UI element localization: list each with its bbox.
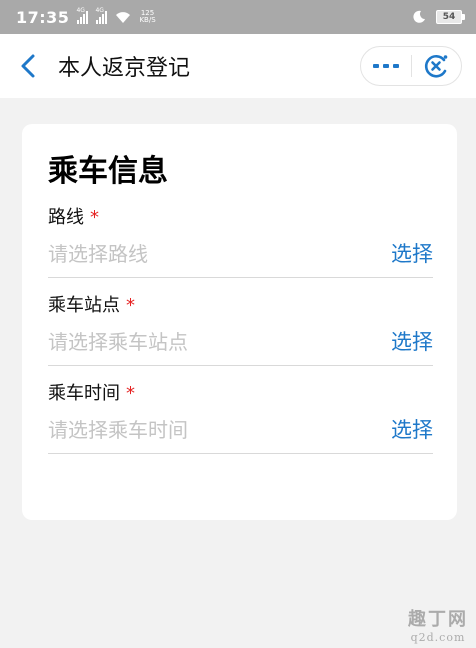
time-select-row[interactable]: 请选择乘车时间 选择	[48, 406, 433, 454]
time-select-button[interactable]: 选择	[391, 414, 433, 444]
wifi-icon	[116, 12, 131, 23]
time-placeholder: 请选择乘车时间	[48, 418, 188, 442]
net-speed: 125 KB/S	[139, 10, 155, 24]
signal-1-label: 4G	[76, 7, 85, 14]
mini-program-capsule	[360, 46, 462, 86]
signal-icon-1: 4G	[76, 7, 89, 24]
station-select-row[interactable]: 请选择乘车站点 选择	[48, 318, 433, 366]
signal-2-label: 4G	[95, 7, 104, 14]
watermark-text: 趣丁网	[408, 609, 468, 630]
station-label: 乘车站点	[48, 295, 120, 316]
field-station: 乘车站点 * 请选择乘车站点 选择	[48, 294, 433, 366]
back-button[interactable]	[4, 34, 52, 98]
close-target-icon	[425, 55, 448, 78]
nav-bar: 本人返京登记	[0, 34, 476, 98]
net-speed-unit: KB/S	[139, 16, 156, 24]
station-select-button[interactable]: 选择	[391, 326, 433, 356]
route-select-button[interactable]: 选择	[391, 238, 433, 268]
status-bar: 17:35 4G 4G 125 KB/S 54	[0, 0, 476, 34]
page-title: 本人返京登记	[58, 56, 191, 81]
route-select-row[interactable]: 请选择路线 选择	[48, 230, 433, 278]
route-placeholder: 请选择路线	[48, 242, 148, 266]
field-time: 乘车时间 * 请选择乘车时间 选择	[48, 382, 433, 454]
required-mark: *	[126, 295, 135, 316]
battery-icon: 54	[436, 10, 465, 24]
watermark: 趣丁网 q2d.com	[408, 605, 468, 644]
field-label: 乘车时间 *	[48, 382, 433, 406]
section-title: 乘车信息	[48, 154, 168, 189]
field-route: 路线 * 请选择路线 选择	[48, 206, 433, 278]
signal-icon-2: 4G	[95, 7, 108, 24]
watermark-url: q2d.com	[410, 631, 466, 644]
field-label: 乘车站点 *	[48, 294, 433, 318]
field-label: 路线 *	[48, 206, 433, 230]
station-placeholder: 请选择乘车站点	[48, 330, 188, 354]
required-mark: *	[90, 207, 99, 228]
close-button[interactable]	[411, 47, 461, 85]
back-arrow-icon	[21, 54, 35, 78]
status-left: 17:35 4G 4G 125 KB/S	[16, 7, 156, 27]
ride-info-card: 乘车信息 路线 * 请选择路线 选择 乘车站点 * 请选择乘车站点 选择 乘车时…	[22, 124, 457, 520]
status-right: 54	[412, 10, 465, 24]
more-dots-icon	[372, 64, 399, 68]
more-button[interactable]	[361, 47, 411, 85]
route-label: 路线	[48, 207, 84, 228]
time-label: 乘车时间	[48, 383, 120, 404]
required-mark: *	[126, 383, 135, 404]
status-time: 17:35	[16, 7, 70, 27]
moon-icon	[413, 10, 425, 23]
